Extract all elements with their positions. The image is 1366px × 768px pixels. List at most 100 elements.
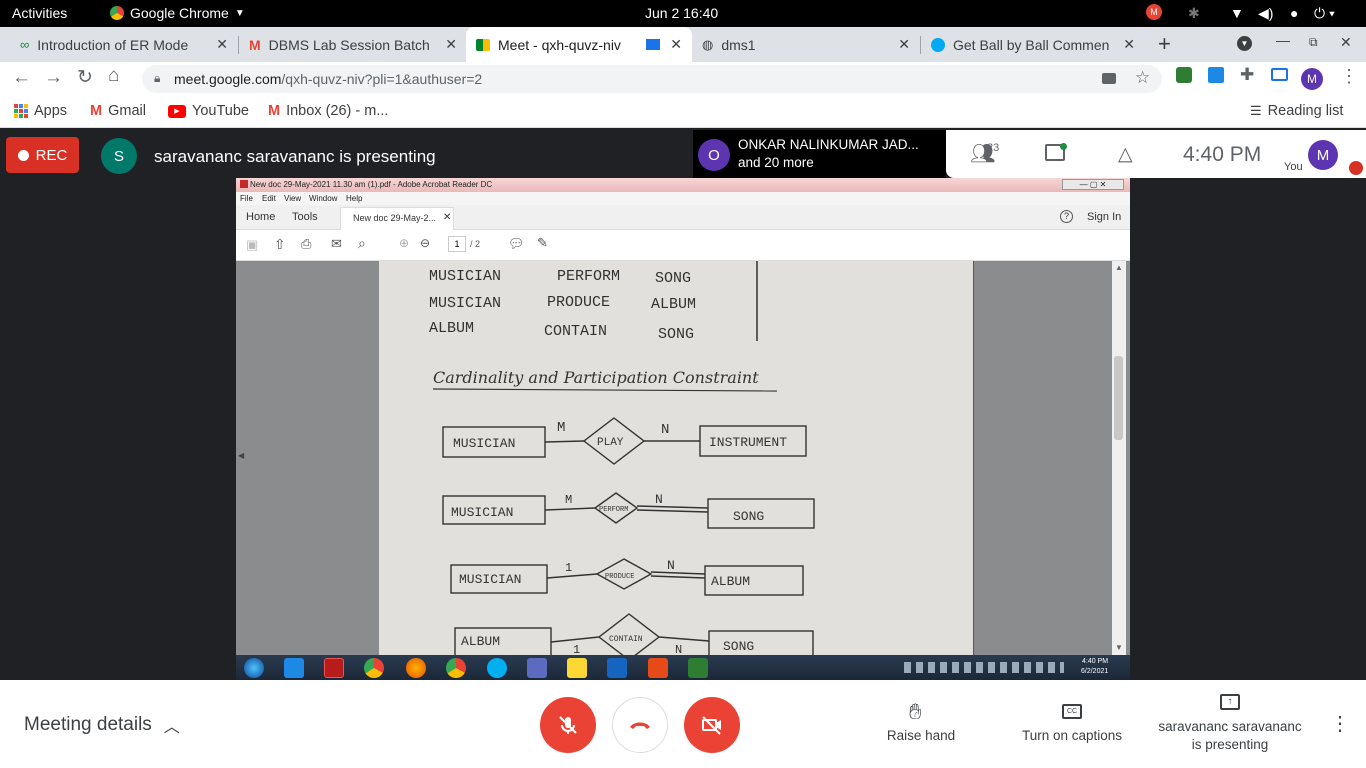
window-close-icon[interactable]: ✕ [1340,34,1352,51]
comment-icon[interactable]: 💬︎ [508,236,525,252]
acrobat-tools-tab[interactable]: Tools [292,211,318,223]
present-screen-icon[interactable]: ↑ [1220,694,1240,710]
menu-window[interactable]: Window [309,194,337,203]
close-icon[interactable]: ✕ [1123,36,1135,53]
firefox-icon[interactable] [406,658,426,678]
mic-off-button[interactable] [540,697,596,753]
print-icon[interactable]: ⎙ [301,236,311,252]
excel-icon[interactable] [688,658,708,678]
wifi-icon[interactable]: ▼ [1230,5,1244,21]
close-icon[interactable]: ✕ [443,212,451,223]
close-icon[interactable]: ✕ [445,36,457,53]
tab-meet[interactable]: Meet - qxh-quvz-niv ✕ [466,27,692,62]
lock-icon[interactable]: 🔒︎ [154,71,160,86]
word-icon[interactable] [607,658,627,678]
back-icon[interactable]: ← [12,67,31,89]
presenting-line-1[interactable]: saravananc saravananc [1150,719,1310,734]
home-icon[interactable]: ⌂ [108,65,119,87]
maximize-icon[interactable]: ⧉ [1309,35,1318,50]
forward-icon[interactable]: → [44,67,63,89]
upload-icon[interactable]: ⇧ [274,236,286,253]
clock[interactable]: Jun 2 16:40 [645,5,718,21]
skype-icon[interactable] [487,658,507,678]
minimize-icon[interactable]: — [1276,32,1290,48]
raise-hand-button[interactable]: Raise hand [880,728,962,743]
tab-dbms-lab[interactable]: M DBMS Lab Session Batch ✕ [239,27,467,62]
captions-button[interactable]: Turn on captions [1012,728,1132,743]
presenting-line-2[interactable]: is presenting [1150,737,1310,752]
close-icon[interactable]: ✕ [216,36,228,53]
bookmark-inbox[interactable]: M Inbox (26) - m... [268,103,388,119]
menu-view[interactable]: View [284,194,301,203]
sign-pen-icon[interactable]: ✎ [537,235,548,251]
gmail-indicator-icon[interactable]: M [1146,4,1162,20]
powerpoint-icon[interactable] [648,658,668,678]
microphone-icon[interactable]: ● [1290,5,1298,21]
scroll-thumb[interactable] [1114,356,1123,440]
windows-start-icon[interactable] [244,658,264,678]
chrome-menu-icon[interactable]: ⋮ [1340,66,1358,87]
camera-off-button[interactable] [684,697,740,753]
menu-file[interactable]: File [240,194,253,203]
bookmark-star-icon[interactable]: ☆ [1135,68,1150,88]
more-options-icon[interactable]: ⋮ [1330,711,1350,736]
close-icon[interactable]: ✕ [898,36,910,53]
bookmark-gmail[interactable]: M Gmail [90,103,146,119]
page-down-icon[interactable]: ⊖ [420,236,430,250]
email-icon[interactable]: ✉ [331,236,342,252]
captions-icon[interactable]: CC [1062,704,1082,719]
scroll-down-icon[interactable]: ▼ [1115,643,1123,652]
new-tab-plus-icon[interactable]: + [1158,31,1171,57]
ie-icon[interactable] [284,658,304,678]
system-tray-icons[interactable] [904,662,1064,673]
activities-button[interactable]: Activities [12,5,67,21]
search-icon[interactable]: ⌕ [358,235,366,252]
document-viewport[interactable]: ◀ MUSICIAN PERFORM SONG MUSICIAN PRODUCE… [236,261,1130,655]
page-number-input[interactable]: 1 [448,236,466,252]
reading-list-button[interactable]: ☰ Reading list [1250,103,1343,119]
record-dot-icon [17,149,29,161]
app-menu[interactable]: Google Chrome ▼ [110,5,245,21]
cast-icon[interactable] [1271,68,1288,81]
extension-tree-icon[interactable] [1176,67,1192,83]
bluetooth-icon[interactable]: ✱ [1188,5,1200,22]
tab-search-icon[interactable]: ▼ [1237,36,1252,51]
bookmark-apps[interactable]: Apps [14,103,67,119]
camera-blocked-icon[interactable] [1102,73,1116,84]
page-up-icon[interactable]: ⊕ [399,236,409,250]
save-icon[interactable]: ▣ [246,237,258,253]
volume-icon[interactable]: ◀) [1258,5,1273,22]
sign-in-button[interactable]: Sign In [1087,211,1121,223]
tab-cricket[interactable]: Get Ball by Ball Commen ✕ [921,27,1145,62]
explorer-icon[interactable] [567,658,587,678]
teams-icon[interactable] [527,658,547,678]
window-controls[interactable]: — ▢ ✕ [1062,179,1124,190]
acrobat-doc-tab[interactable]: New doc 29-May-2... ✕ [340,207,454,230]
address-bar[interactable]: 🔒︎ meet.google.com/qxh-quvz-niv?pli=1&au… [142,65,1162,93]
document-scrollbar[interactable]: ▲ ▼ [1112,261,1126,655]
extension-arrows-icon[interactable] [1208,67,1224,83]
acrobat-home-tab[interactable]: Home [246,211,275,223]
power-icon[interactable]: ⏻ ▾ [1314,5,1335,22]
chrome-taskbar-icon-2[interactable] [446,658,466,678]
help-icon[interactable]: ? [1060,210,1073,223]
chrome-taskbar-icon[interactable] [364,658,384,678]
leave-call-button[interactable] [612,697,668,753]
tab-dms1[interactable]: ◍ dms1 ✕ [692,27,920,62]
menu-edit[interactable]: Edit [262,194,276,203]
scroll-up-icon[interactable]: ▲ [1115,263,1123,272]
acrobat-taskbar-icon[interactable] [324,658,344,678]
meeting-details-button[interactable]: Meeting details ︿ [24,713,180,737]
profile-avatar[interactable]: M [1301,68,1323,90]
self-avatar[interactable]: M [1308,140,1338,170]
reload-icon[interactable]: ↻ [77,66,93,89]
tab-er-model[interactable]: ∞ Introduction of ER Mode ✕ [10,27,238,62]
raise-hand-icon[interactable]: ✋︎ [909,699,922,725]
participant-tile[interactable]: O ONKAR NALINKUMAR JAD... and 20 more [693,130,946,178]
activities-shapes-icon[interactable]: △ [1118,143,1133,166]
close-icon[interactable]: ✕ [670,36,682,53]
extensions-puzzle-icon[interactable]: ✚ [1240,65,1254,85]
bookmark-youtube[interactable]: ▶ YouTube [168,103,249,119]
left-pane-toggle-icon[interactable]: ◀ [238,451,244,460]
menu-help[interactable]: Help [346,194,362,203]
